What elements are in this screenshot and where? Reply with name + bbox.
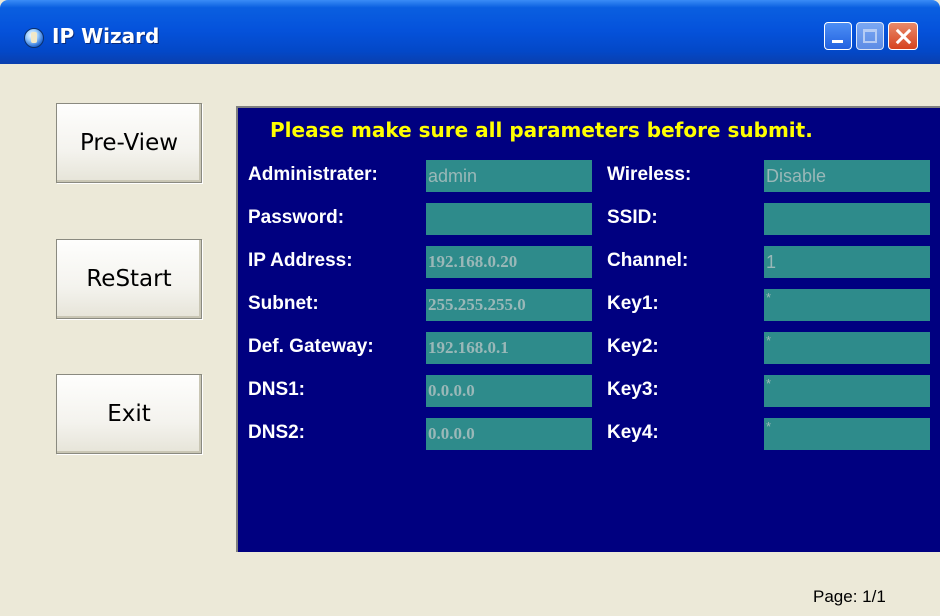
key1-field[interactable]: * <box>764 289 930 321</box>
panel-heading: Please make sure all parameters before s… <box>270 118 813 142</box>
title-bar[interactable]: IP Wizard <box>0 0 940 64</box>
key1-label: Key1: <box>607 293 659 314</box>
gateway-label: Def. Gateway: <box>248 336 374 357</box>
subnet-field[interactable]: 255.255.255.0 <box>426 289 592 321</box>
page-indicator: Page: 1/1 <box>813 587 886 606</box>
window-title: IP Wizard <box>52 24 160 48</box>
channel-label: Channel: <box>607 250 689 271</box>
maximize-icon[interactable] <box>856 22 884 50</box>
key2-label: Key2: <box>607 336 659 357</box>
key4-field[interactable]: * <box>764 418 930 450</box>
dns1-label: DNS1: <box>248 379 306 400</box>
parameters-panel: Please make sure all parameters before s… <box>236 106 940 552</box>
key2-field[interactable]: * <box>764 332 930 364</box>
exit-button[interactable]: Exit <box>56 374 202 454</box>
password-field[interactable] <box>426 203 592 235</box>
key3-field[interactable]: * <box>764 375 930 407</box>
app-globe-icon <box>24 28 44 48</box>
subnet-label: Subnet: <box>248 293 319 314</box>
dns2-label: DNS2: <box>248 422 306 443</box>
restart-button[interactable]: ReStart <box>56 239 202 319</box>
dns1-field[interactable]: 0.0.0.0 <box>426 375 592 407</box>
key3-label: Key3: <box>607 379 659 400</box>
administrator-label: Administrater: <box>248 164 378 185</box>
ip-address-field[interactable]: 192.168.0.20 <box>426 246 592 278</box>
gateway-field[interactable]: 192.168.0.1 <box>426 332 592 364</box>
minimize-icon[interactable] <box>824 22 852 50</box>
key4-label: Key4: <box>607 422 659 443</box>
wireless-label: Wireless: <box>607 164 692 185</box>
pre-view-button[interactable]: Pre-View <box>56 103 202 183</box>
administrator-field[interactable]: admin <box>426 160 592 192</box>
close-icon[interactable] <box>888 22 918 50</box>
channel-field[interactable]: 1 <box>764 246 930 278</box>
dns2-field[interactable]: 0.0.0.0 <box>426 418 592 450</box>
ip-address-label: IP Address: <box>248 250 353 271</box>
ssid-label: SSID: <box>607 207 658 228</box>
ip-wizard-window: IP Wizard Pre-View ReStart Exit Please m… <box>0 0 940 616</box>
wireless-field[interactable]: Disable <box>764 160 930 192</box>
password-label: Password: <box>248 207 345 228</box>
ssid-field[interactable] <box>764 203 930 235</box>
